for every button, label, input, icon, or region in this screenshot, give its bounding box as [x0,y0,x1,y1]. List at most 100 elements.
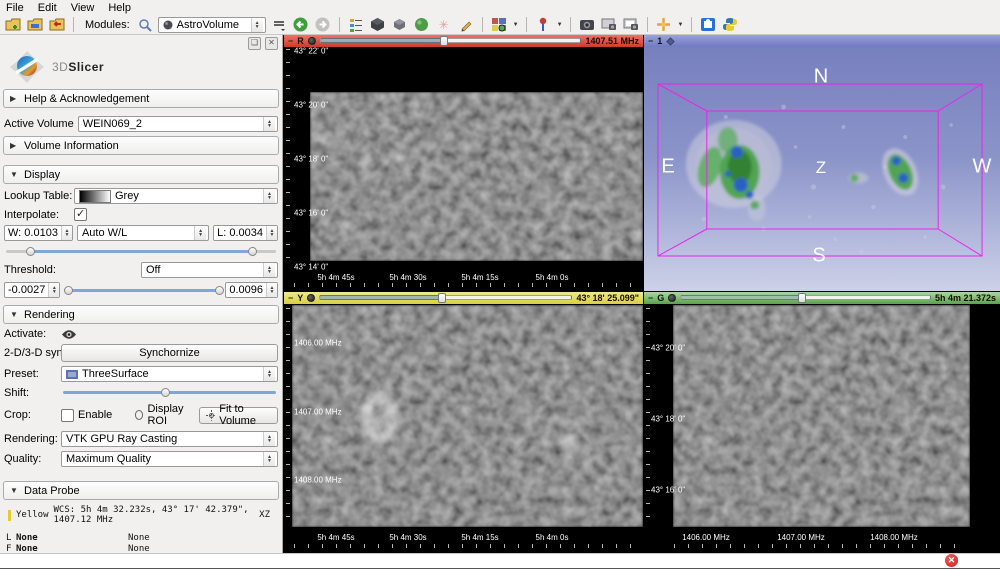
yellow-slice-view[interactable]: − Y 43° 18' 25.099" 1406.00 MHz 1407.00 … [284,292,643,554]
close-panel-icon[interactable]: ✕ [265,37,278,50]
slice-visibility-eye-icon[interactable] [668,294,676,302]
yellow-slice-image[interactable] [292,305,643,527]
window-level-high-handle[interactable] [248,247,257,256]
toolbar-separator [73,17,74,32]
menu-view[interactable]: View [71,2,95,14]
mouse-mode-caret-icon[interactable]: ▼ [557,22,563,28]
window-level-low-handle[interactable] [26,247,35,256]
crosshair-icon[interactable] [655,16,673,33]
error-log-close-icon[interactable]: ✕ [945,554,958,567]
mesh-cube-icon[interactable] [391,16,409,33]
interpolate-checkbox[interactable] [74,208,87,221]
undock-panel-icon[interactable]: ❏ [248,37,261,50]
threshold-high-handle[interactable] [215,286,224,295]
fit-to-volume-button[interactable]: Fit to Volume [199,407,278,424]
menu-help[interactable]: Help [108,2,131,14]
capture-window-icon[interactable] [622,16,640,33]
module-list-icon[interactable] [347,16,365,33]
slice-visibility-eye-icon[interactable] [307,294,315,302]
menu-file[interactable]: File [6,2,24,14]
data-probe-section[interactable]: ▼ Data Probe [3,481,279,500]
yellow-slice-offset-slider[interactable] [319,294,572,302]
collapse-view-icon[interactable]: − [648,36,653,46]
yellow-slice-offset-handle[interactable] [438,293,446,303]
axis-tick-label: 1406.00 MHz [294,339,342,348]
probe-row-value: None [128,533,276,543]
window-spinbox[interactable]: W: 0.0103 ▲▼ [4,225,73,241]
python-console-icon[interactable] [721,16,739,33]
toolbar-separator [647,17,648,32]
red-slice-offset-slider[interactable] [320,37,582,45]
display-section[interactable]: ▼ Display [3,165,279,184]
red-slice-image[interactable] [310,92,643,261]
active-volume-selector[interactable]: WEIN069_2 ▲▼ [78,116,278,132]
auto-wl-selector[interactable]: Auto W/L ▲▼ [77,225,209,241]
spin-arrows-icon: ▲▼ [266,226,277,240]
preset-thumbnail-icon [66,370,78,379]
threeD-render-canvas[interactable]: N S E W Z [644,47,1000,291]
main-toolbar: Modules: AstroVolume ▲▼ ✳ [0,15,1000,35]
visibility-eye-icon[interactable] [61,329,77,340]
slicer-logo-icon [10,51,44,83]
menu-edit[interactable]: Edit [38,2,57,14]
add-dicom-icon[interactable] [26,16,44,33]
search-icon[interactable] [136,16,154,33]
threshold-min-spinbox[interactable]: -0.0027 ▲▼ [4,282,60,298]
window-level-range-slider[interactable] [4,245,278,258]
forward-icon[interactable] [314,16,332,33]
volume-information-section[interactable]: ▶ Volume Information [3,136,279,155]
status-bar: ✕ [0,553,1000,568]
collapse-view-icon[interactable]: − [648,293,653,303]
threshold-selector[interactable]: Off ▲▼ [141,262,278,278]
markups-icon[interactable]: ✳ [435,16,453,33]
collapse-arrow-icon: ▼ [10,310,18,319]
annotate-pencil-icon[interactable] [457,16,475,33]
red-slice-offset-handle[interactable] [440,36,448,46]
collapse-view-icon[interactable]: − [288,36,293,46]
module-selector[interactable]: AstroVolume ▲▼ [158,17,266,33]
green-slice-view[interactable]: − G 5h 4m 21.372s 43° 20' 0" 43° 18' 0" … [644,292,1000,554]
threshold-low-handle[interactable] [64,286,73,295]
help-acknowledgement-section[interactable]: ▶ Help & Acknowledgement [3,89,279,108]
level-spinbox[interactable]: L: 0.0034 ▲▼ [213,225,278,241]
collapse-view-icon[interactable]: − [288,293,293,303]
red-slice-view[interactable]: − R 1407.51 MHz 43° 22' 0" 43° 20' [284,35,643,291]
threeD-view-label: 1 [657,36,662,46]
extensions-icon[interactable] [699,16,717,33]
shift-slider[interactable] [61,386,278,399]
display-roi-eye-icon[interactable] [135,410,144,420]
probe-row-name: None [16,533,128,543]
crosshair-caret-icon[interactable]: ▼ [678,22,684,28]
layout-icon[interactable] [490,16,508,33]
green-slice-image[interactable] [673,305,970,527]
axis-tick-label: 5h 4m 15s [461,533,498,542]
shift-label: Shift: [4,387,57,399]
quality-selector[interactable]: Maximum Quality ▲▼ [61,451,278,467]
shift-handle[interactable] [161,388,170,397]
save-icon[interactable] [48,16,66,33]
rendering-section[interactable]: ▼ Rendering [3,305,279,324]
mouse-mode-icon[interactable] [534,16,552,33]
module-history-icon[interactable] [270,16,288,33]
crop-enable-checkbox[interactable] [61,409,74,422]
volume-cube-icon[interactable] [369,16,387,33]
layout-caret-icon[interactable]: ▼ [513,22,519,28]
capture-view-icon[interactable] [600,16,618,33]
threshold-max-spinbox[interactable]: 0.0096 ▲▼ [225,282,278,298]
back-icon[interactable] [292,16,310,33]
synchronize-button[interactable]: Synchornize [61,344,278,362]
view-menu-pin-icon[interactable] [666,37,675,46]
screenshot-icon[interactable] [578,16,596,33]
segment-sphere-icon[interactable] [413,16,431,33]
threshold-range-slider[interactable] [64,284,221,297]
rendering-technique-selector[interactable]: VTK GPU Ray Casting ▲▼ [61,431,278,447]
green-slice-offset-handle[interactable] [798,293,806,303]
preset-selector[interactable]: ThreeSurface ▲▼ [61,366,278,382]
threeD-view[interactable]: − 1 [644,35,1000,291]
red-slice-label: R [297,36,304,46]
axis-tick-label: 1407.00 MHz [294,408,342,417]
green-slice-offset-slider[interactable] [680,294,931,302]
add-data-icon[interactable] [4,16,22,33]
lookup-table-selector[interactable]: Grey ▲▼ [74,188,278,204]
slice-visibility-eye-icon[interactable] [308,37,316,45]
